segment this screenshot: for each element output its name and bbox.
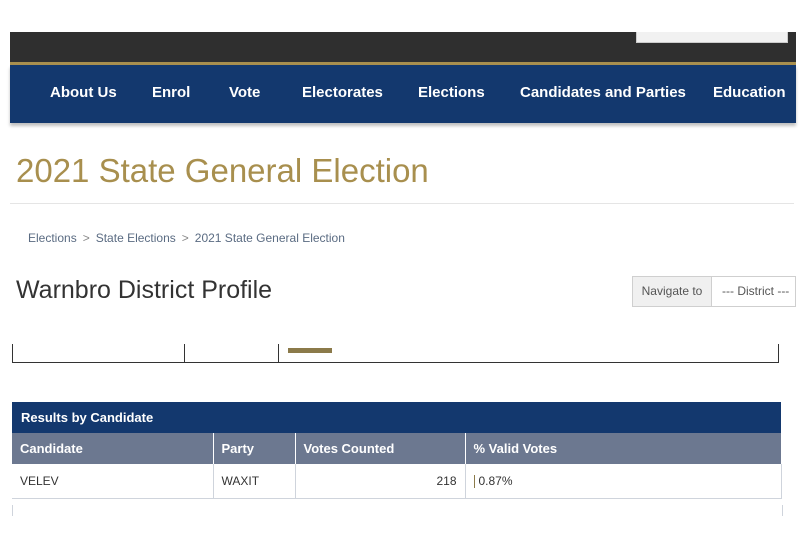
- results-by-candidate: Results by Candidate Candidate Party Vot…: [12, 402, 782, 499]
- bottom-cutoff: [0, 516, 800, 547]
- breadcrumb-separator: >: [82, 231, 90, 245]
- partial-table-row: [12, 505, 783, 516]
- column-header-party[interactable]: Party: [213, 433, 296, 464]
- district-title: Warnbro District Profile: [16, 276, 273, 304]
- main-nav: About Us Enrol Vote Electorates Election…: [10, 65, 796, 123]
- valid-votes-cell: 0.87%: [465, 464, 782, 499]
- search-box[interactable]: [636, 32, 788, 43]
- navigate-to-control: Navigate to --- District ---: [632, 276, 796, 307]
- column-header-votes-counted[interactable]: Votes Counted: [295, 433, 466, 464]
- candidate-name: VELEV: [12, 464, 214, 499]
- breadcrumb-separator: >: [181, 231, 189, 245]
- breadcrumb-elections[interactable]: Elections: [28, 231, 77, 245]
- results-heading: Results by Candidate: [12, 402, 781, 433]
- valid-votes-bar: [473, 475, 475, 489]
- party-name: WAXIT: [213, 464, 296, 499]
- top-utility-bar: [10, 32, 796, 65]
- nav-electorates[interactable]: Electorates: [302, 65, 383, 123]
- page-title: 2021 State General Election: [16, 152, 429, 189]
- breadcrumb: Elections > State Elections >2021 State Gen…: [28, 231, 345, 245]
- nav-enrol[interactable]: Enrol: [152, 65, 190, 123]
- results-table: Candidate Party Votes Counted % Valid Vo…: [12, 433, 782, 499]
- nav-education[interactable]: Education: [713, 65, 786, 123]
- column-header-valid-votes[interactable]: % Valid Votes: [465, 433, 782, 464]
- breadcrumb-state-elections[interactable]: State Elections: [96, 231, 176, 245]
- district-select[interactable]: --- District ---: [712, 277, 797, 306]
- column-header-candidate[interactable]: Candidate: [12, 433, 214, 464]
- vote-share-bar: [288, 348, 332, 353]
- table-header-row: Candidate Party Votes Counted % Valid Vo…: [12, 433, 782, 464]
- title-divider: [10, 203, 794, 204]
- nav-candidates-and-parties[interactable]: Candidates and Parties: [520, 65, 686, 123]
- navigate-to-label: Navigate to: [633, 277, 712, 306]
- breadcrumb-current[interactable]: 2021 State General Election: [195, 231, 345, 245]
- valid-votes-percent: 0.87%: [478, 473, 513, 488]
- votes-counted: 218: [295, 464, 466, 499]
- nav-elections[interactable]: Elections: [418, 65, 485, 123]
- nav-vote[interactable]: Vote: [229, 65, 260, 123]
- scroll-cutoff-band: [0, 320, 800, 344]
- table-row: VELEV WAXIT 218 0.87%: [12, 464, 782, 499]
- nav-about-us[interactable]: About Us: [50, 65, 117, 123]
